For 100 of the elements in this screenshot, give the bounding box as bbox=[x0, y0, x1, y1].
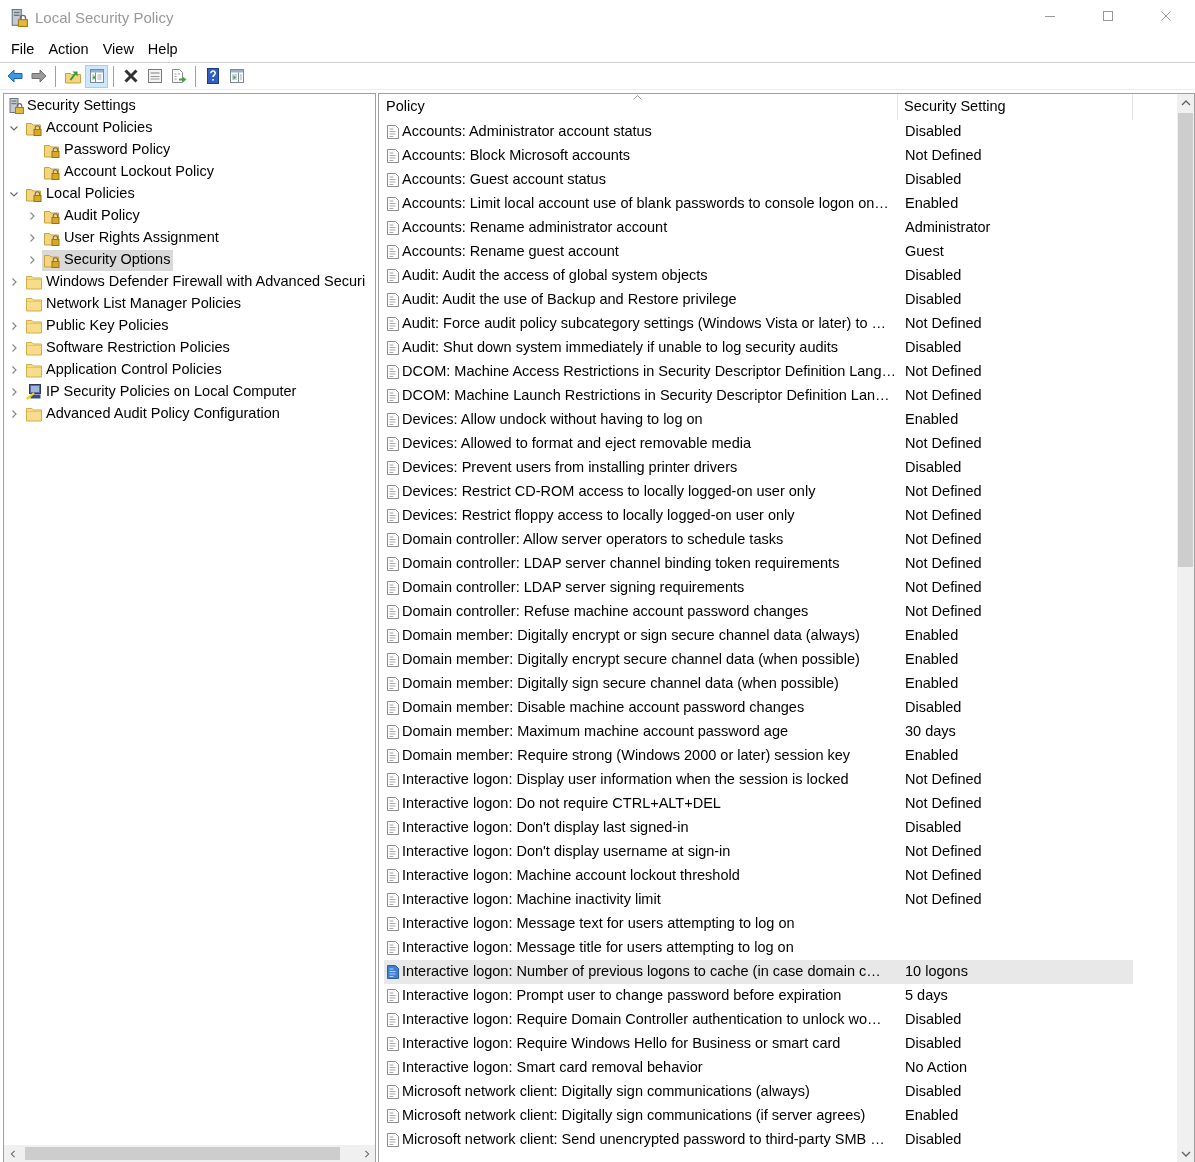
scrollbar-thumb[interactable] bbox=[1178, 113, 1193, 567]
scroll-left-icon[interactable] bbox=[8, 1149, 17, 1158]
tree-item[interactable]: Account Policies bbox=[24, 117, 156, 139]
policy-row[interactable]: Audit: Shut down system immediately if unable to log security audits Disabled bbox=[384, 336, 1133, 360]
policy-row[interactable]: Audit: Audit the access of global system objects Disabled bbox=[384, 264, 1133, 288]
policy-row[interactable]: Microsoft network client: Send unencrypted password to third-party SMB … Disabled bbox=[384, 1128, 1133, 1152]
setting-value: Not Defined bbox=[905, 603, 982, 621]
setting-value: Disabled bbox=[905, 291, 962, 309]
chevron-right-icon[interactable] bbox=[9, 343, 19, 353]
policy-row[interactable]: Interactive logon: Require Windows Hello for Business or smart card Disabled bbox=[384, 1032, 1133, 1056]
horizontal-scrollbar[interactable] bbox=[4, 1145, 375, 1162]
tree-item[interactable]: Security Settings bbox=[6, 95, 139, 117]
policy-row[interactable]: Devices: Restrict CD-ROM access to locally logged-on user only Not Defined bbox=[384, 480, 1133, 504]
policy-row[interactable]: Microsoft network client: Digitally sign communications (if server agrees) Enabled bbox=[384, 1104, 1133, 1128]
tree-item[interactable]: Local Policies bbox=[24, 183, 138, 205]
tree-item[interactable]: Audit Policy bbox=[42, 205, 143, 227]
policy-row[interactable]: Domain member: Digitally encrypt secure channel data (when possible) Enabled bbox=[384, 648, 1133, 672]
policy-row[interactable]: Devices: Prevent users from installing printer drivers Disabled bbox=[384, 456, 1133, 480]
policy-row[interactable]: Domain member: Digitally sign secure channel data (when possible) Enabled bbox=[384, 672, 1133, 696]
column-header[interactable]: Security Setting bbox=[898, 94, 1133, 120]
tree-item[interactable]: Application Control Policies bbox=[24, 359, 225, 381]
tree-item[interactable]: Software Restriction Policies bbox=[24, 337, 233, 359]
document-icon bbox=[386, 412, 400, 428]
policy-row[interactable]: Devices: Allowed to format and eject removable media Not Defined bbox=[384, 432, 1133, 456]
policy-row[interactable]: Devices: Restrict floppy access to locally logged-on user only Not Defined bbox=[384, 504, 1133, 528]
computer-key-icon bbox=[26, 384, 42, 400]
setting-value: Not Defined bbox=[905, 531, 982, 549]
policy-row[interactable]: Interactive logon: Number of previous logons to cache (in case domain c… 10 logons bbox=[384, 960, 1133, 984]
vertical-scrollbar[interactable] bbox=[1177, 94, 1194, 1162]
tree-item[interactable]: IP Security Policies on Local Computer bbox=[24, 381, 300, 403]
scrollbar-thumb[interactable] bbox=[25, 1147, 340, 1160]
menu-item[interactable]: Help bbox=[140, 38, 185, 60]
policy-row[interactable]: Domain member: Require strong (Windows 2000 or later) session key Enabled bbox=[384, 744, 1133, 768]
tree-item[interactable]: Password Policy bbox=[42, 139, 174, 161]
policy-row[interactable]: Interactive logon: Message title for users attempting to log on bbox=[384, 936, 1133, 960]
menu-item[interactable]: View bbox=[95, 38, 141, 60]
policy-row[interactable]: Domain controller: LDAP server signing requirements Not Defined bbox=[384, 576, 1133, 600]
chevron-right-icon[interactable] bbox=[9, 387, 19, 397]
setting-value: Not Defined bbox=[905, 507, 982, 525]
policy-row[interactable]: Domain member: Maximum machine account password age 30 days bbox=[384, 720, 1133, 744]
lock-folder-icon bbox=[44, 252, 60, 268]
policy-row[interactable]: Accounts: Rename guest account Guest bbox=[384, 240, 1133, 264]
policy-name: DCOM: Machine Launch Restrictions in Security Descriptor Definition Lan… bbox=[402, 387, 890, 405]
policy-row[interactable]: Accounts: Guest account status Disabled bbox=[384, 168, 1133, 192]
policy-row[interactable]: Interactive logon: Machine inactivity limit Not Defined bbox=[384, 888, 1133, 912]
policy-name: Microsoft network client: Digitally sign communications (always) bbox=[402, 1083, 810, 1101]
chevron-right-icon[interactable] bbox=[9, 277, 19, 287]
tree-item[interactable]: Security Options bbox=[42, 249, 174, 271]
column-header[interactable]: Policy bbox=[379, 94, 898, 120]
chevron-right-icon[interactable] bbox=[27, 255, 37, 265]
policy-name: Interactive logon: Number of previous logons to cache (in case domain c… bbox=[402, 963, 881, 981]
chevron-right-icon[interactable] bbox=[9, 321, 19, 331]
tree-item[interactable]: Account Lockout Policy bbox=[42, 161, 217, 183]
policy-row[interactable]: Accounts: Limit local account use of blank passwords to console logon on… Enabled bbox=[384, 192, 1133, 216]
scroll-down-icon[interactable] bbox=[1180, 1149, 1191, 1158]
policy-name: Accounts: Rename guest account bbox=[402, 243, 619, 261]
policy-row[interactable]: Interactive logon: Require Domain Controller authentication to unlock wo… Disabled bbox=[384, 1008, 1133, 1032]
policy-row[interactable]: Devices: Allow undock without having to log on Enabled bbox=[384, 408, 1133, 432]
policy-row[interactable]: Domain controller: LDAP server channel binding token requirements Not Defined bbox=[384, 552, 1133, 576]
policy-row[interactable]: Interactive logon: Smart card removal behavior No Action bbox=[384, 1056, 1133, 1080]
policy-row[interactable]: Accounts: Rename administrator account Administrator bbox=[384, 216, 1133, 240]
tree-item[interactable]: Advanced Audit Policy Configuration bbox=[24, 403, 283, 425]
policy-row[interactable]: Domain controller: Allow server operators to schedule tasks Not Defined bbox=[384, 528, 1133, 552]
show-hide-tree-button[interactable] bbox=[85, 64, 108, 88]
policy-name: Interactive logon: Don't display last signed-in bbox=[402, 819, 689, 837]
policy-row[interactable]: Audit: Force audit policy subcategory settings (Windows Vista or later) to … Not Defined bbox=[384, 312, 1133, 336]
setting-value: Not Defined bbox=[905, 771, 982, 789]
policy-row[interactable]: DCOM: Machine Access Restrictions in Security Descriptor Definition Lang… Not Defined bbox=[384, 360, 1133, 384]
tree-item[interactable]: Network List Manager Policies bbox=[24, 293, 245, 315]
policy-row[interactable]: Domain member: Digitally encrypt or sign secure channel data (always) Enabled bbox=[384, 624, 1133, 648]
scroll-right-icon[interactable] bbox=[362, 1149, 371, 1158]
chevron-down-icon[interactable] bbox=[9, 123, 19, 133]
policy-row[interactable]: Interactive logon: Prompt user to change password before expiration 5 days bbox=[384, 984, 1133, 1008]
policy-name: Accounts: Administrator account status bbox=[402, 123, 652, 141]
scroll-up-icon[interactable] bbox=[1180, 98, 1191, 107]
policy-row[interactable]: Accounts: Administrator account status Disabled bbox=[384, 120, 1133, 144]
policy-row[interactable]: Interactive logon: Display user information when the session is locked Not Defined bbox=[384, 768, 1133, 792]
chevron-right-icon[interactable] bbox=[27, 211, 37, 221]
policy-row[interactable]: Interactive logon: Message text for users attempting to log on bbox=[384, 912, 1133, 936]
chevron-right-icon[interactable] bbox=[9, 365, 19, 375]
policy-row[interactable]: Interactive logon: Don't display username at sign-in Not Defined bbox=[384, 840, 1133, 864]
policy-row[interactable]: Domain controller: Refuse machine account password changes Not Defined bbox=[384, 600, 1133, 624]
tree-item[interactable]: Windows Defender Firewall with Advanced Securi bbox=[24, 271, 369, 293]
menu-item[interactable]: File bbox=[4, 38, 42, 60]
policy-row[interactable]: Microsoft network client: Digitally sign communications (always) Disabled bbox=[384, 1080, 1133, 1104]
policy-row[interactable]: Domain member: Disable machine account password changes Disabled bbox=[384, 696, 1133, 720]
menu-item[interactable]: Action bbox=[41, 38, 96, 60]
tree-item[interactable]: User Rights Assignment bbox=[42, 227, 222, 249]
chevron-down-icon[interactable] bbox=[9, 189, 19, 199]
tree-item[interactable]: Public Key Policies bbox=[24, 315, 172, 337]
policy-row[interactable]: DCOM: Machine Launch Restrictions in Security Descriptor Definition Lan… Not Defined bbox=[384, 384, 1133, 408]
policy-row[interactable]: Interactive logon: Don't display last signed-in Disabled bbox=[384, 816, 1133, 840]
chevron-right-icon[interactable] bbox=[9, 409, 19, 419]
policy-row[interactable]: Interactive logon: Do not require CTRL+ALT+DEL Not Defined bbox=[384, 792, 1133, 816]
chevron-right-icon[interactable] bbox=[27, 233, 37, 243]
policy-row[interactable]: Audit: Audit the use of Backup and Restore privilege Disabled bbox=[384, 288, 1133, 312]
setting-value: Not Defined bbox=[905, 435, 982, 453]
policy-row[interactable]: Interactive logon: Machine account lockout threshold Not Defined bbox=[384, 864, 1133, 888]
setting-value: Enabled bbox=[905, 675, 959, 693]
policy-row[interactable]: Accounts: Block Microsoft accounts Not Defined bbox=[384, 144, 1133, 168]
